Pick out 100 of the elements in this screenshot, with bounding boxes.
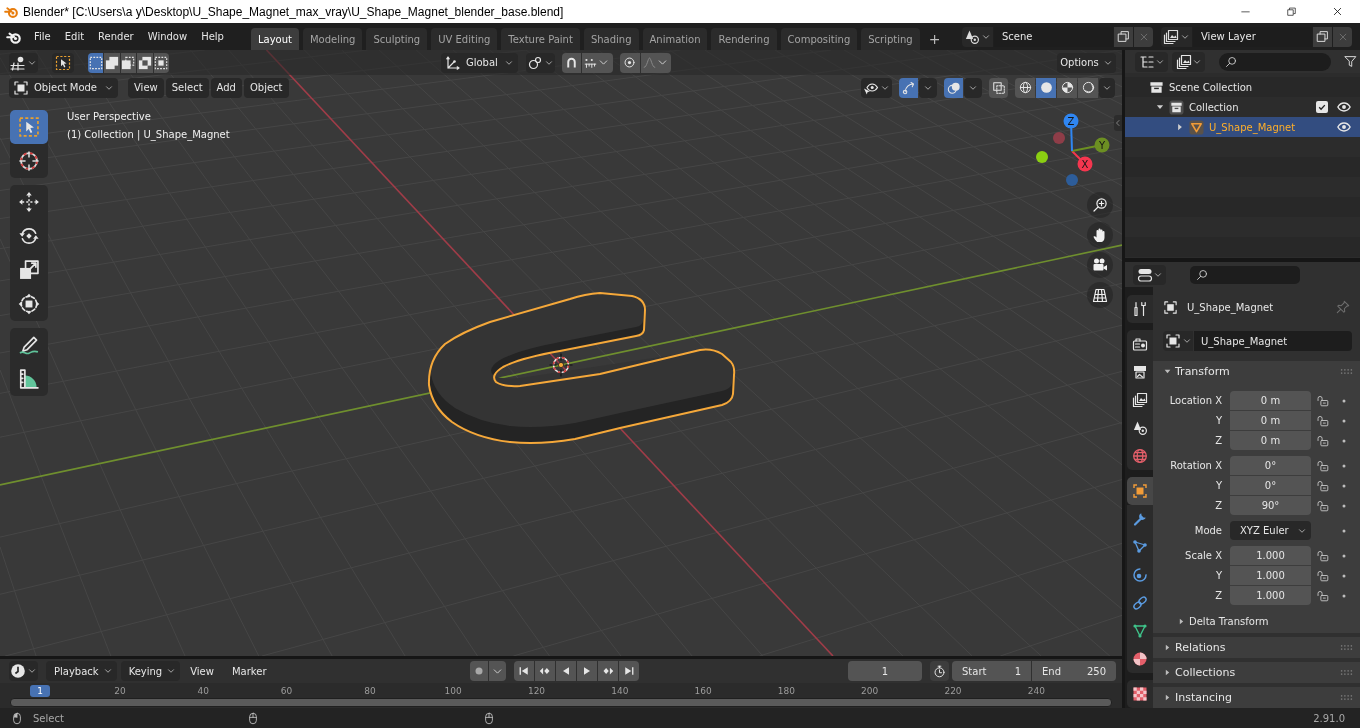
outliner-row[interactable]: Scene Collection <box>1125 77 1360 97</box>
open-padlock-icon[interactable] <box>1316 589 1329 602</box>
workspace-tab[interactable]: Shading <box>583 28 639 50</box>
selection-mode-button[interactable] <box>120 52 137 73</box>
axis-ball[interactable] <box>1063 113 1079 129</box>
select-tool-button[interactable] <box>10 110 48 144</box>
editor-type-button[interactable] <box>9 661 38 681</box>
object-name-field[interactable]: U_Shape_Magnet <box>1194 331 1352 351</box>
object-browse-button[interactable] <box>1163 331 1193 351</box>
overlays-toggle[interactable] <box>944 77 963 98</box>
outliner-row[interactable]: U_Shape_Magnet <box>1125 117 1360 137</box>
properties-tab[interactable] <box>1127 477 1153 505</box>
xray-toggle[interactable] <box>989 77 1008 98</box>
properties-tab[interactable] <box>1127 330 1153 358</box>
menu-item[interactable]: Select <box>165 77 209 98</box>
selection-mode-button[interactable] <box>137 52 153 73</box>
jump-end-button[interactable] <box>618 661 639 681</box>
play-button[interactable] <box>576 661 597 681</box>
panel-header[interactable]: Transform <box>1153 361 1360 382</box>
open-padlock-icon[interactable] <box>1316 499 1329 512</box>
view-layer-browse-button[interactable] <box>1161 26 1192 47</box>
snap-target-dropdown[interactable] <box>581 52 613 73</box>
menu-item[interactable]: Window <box>140 26 195 47</box>
menu-dropdown[interactable]: Keying <box>120 661 181 681</box>
axis-ball[interactable] <box>1077 156 1093 172</box>
zoom-button[interactable] <box>1087 192 1113 218</box>
gizmos-toggle[interactable] <box>899 77 918 98</box>
workspace-tab[interactable]: Compositing <box>780 28 858 50</box>
editor-type-button[interactable] <box>1133 264 1166 285</box>
shading-mode-button[interactable] <box>1036 77 1056 98</box>
number-field[interactable]: 0 m <box>1230 391 1311 410</box>
workspace-tab[interactable]: Texture Paint <box>501 28 580 50</box>
active-tool-button[interactable] <box>52 52 74 73</box>
menu-item[interactable]: View <box>128 77 164 98</box>
orientation-dropdown[interactable]: Global <box>440 52 518 73</box>
properties-tab[interactable] <box>1127 295 1153 323</box>
workspace-tab[interactable]: UV Editing <box>431 28 498 50</box>
eye-icon[interactable] <box>1337 120 1351 134</box>
selection-mode-button[interactable] <box>104 52 120 73</box>
menu-item[interactable]: Add <box>210 77 242 98</box>
perspective-toggle-button[interactable] <box>1087 282 1113 308</box>
play-reverse-button[interactable] <box>555 661 576 681</box>
scene-browse-button[interactable] <box>962 26 993 47</box>
eye-icon[interactable] <box>1337 100 1351 114</box>
jump-start-button[interactable] <box>513 661 534 681</box>
selection-mode-button[interactable] <box>88 52 104 73</box>
menu-item[interactable]: Marker <box>223 661 275 681</box>
workspace-tab[interactable]: Rendering <box>711 28 777 50</box>
next-keyframe-button[interactable] <box>597 661 618 681</box>
properties-tab[interactable] <box>1127 645 1153 673</box>
toggle-options-dropdown[interactable] <box>964 77 982 98</box>
search-field[interactable] <box>1190 265 1300 284</box>
snap-toggle[interactable] <box>561 52 581 73</box>
menu-item[interactable]: View <box>182 661 222 681</box>
open-padlock-icon[interactable] <box>1316 459 1329 472</box>
menu-dropdown[interactable]: Playback <box>46 661 117 681</box>
number-field[interactable]: 0° <box>1230 456 1311 475</box>
start-frame-field[interactable]: Start 1 <box>952 661 1031 681</box>
horizontal-scrollbar[interactable] <box>10 698 1112 707</box>
proportional-editing-toggle[interactable] <box>619 52 640 73</box>
outliner-row[interactable]: Collection <box>1125 97 1360 117</box>
panel-header[interactable]: Collections <box>1153 662 1360 683</box>
preview-range-toggle[interactable] <box>930 661 949 681</box>
open-padlock-icon[interactable] <box>1316 394 1329 407</box>
pin-icon[interactable] <box>1336 300 1350 314</box>
panel-header[interactable]: Relations <box>1153 637 1360 658</box>
toggle-options-dropdown[interactable] <box>919 77 937 98</box>
workspace-tab[interactable]: Sculpting <box>366 28 428 50</box>
selection-mode-button[interactable] <box>153 52 169 73</box>
rotation-mode-dropdown[interactable]: XYZ Euler <box>1230 521 1311 540</box>
current-frame-field[interactable]: 1 <box>848 661 922 681</box>
end-frame-field[interactable]: End 250 <box>1032 661 1116 681</box>
open-padlock-icon[interactable] <box>1316 414 1329 427</box>
previous-keyframe-button[interactable] <box>534 661 555 681</box>
properties-tab[interactable] <box>1127 505 1153 533</box>
shading-mode-button[interactable] <box>1078 77 1098 98</box>
filter-view-layer-dropdown[interactable] <box>1172 51 1205 72</box>
open-padlock-icon[interactable] <box>1316 434 1329 447</box>
menu-item[interactable]: Render <box>91 26 141 47</box>
number-field[interactable]: 0° <box>1230 476 1311 495</box>
menu-item[interactable]: Object <box>243 77 289 98</box>
subpanel-header[interactable]: Delta Transform <box>1153 611 1269 631</box>
pivot-dropdown[interactable] <box>525 52 555 73</box>
number-field[interactable]: 1.000 <box>1230 546 1311 565</box>
open-padlock-icon[interactable] <box>1316 479 1329 492</box>
number-field[interactable]: 1.000 <box>1230 586 1311 605</box>
magnet-model[interactable] <box>427 292 736 444</box>
new-scene-button[interactable] <box>1114 26 1133 47</box>
display-mode-dropdown[interactable] <box>1135 51 1168 72</box>
visibility-dropdown[interactable] <box>861 77 892 98</box>
number-field[interactable]: 90° <box>1230 496 1311 515</box>
panel-header[interactable]: Instancing <box>1153 687 1360 708</box>
playhead-frame-marker[interactable]: 1 <box>30 685 50 697</box>
pan-button[interactable] <box>1087 222 1113 248</box>
checkbox[interactable] <box>1316 101 1328 113</box>
editor-type-button[interactable] <box>9 52 38 73</box>
open-padlock-icon[interactable] <box>1316 549 1329 562</box>
search-field[interactable] <box>1219 52 1331 71</box>
axis-ball[interactable] <box>1094 137 1110 153</box>
workspace-tab[interactable]: Animation <box>642 28 708 50</box>
